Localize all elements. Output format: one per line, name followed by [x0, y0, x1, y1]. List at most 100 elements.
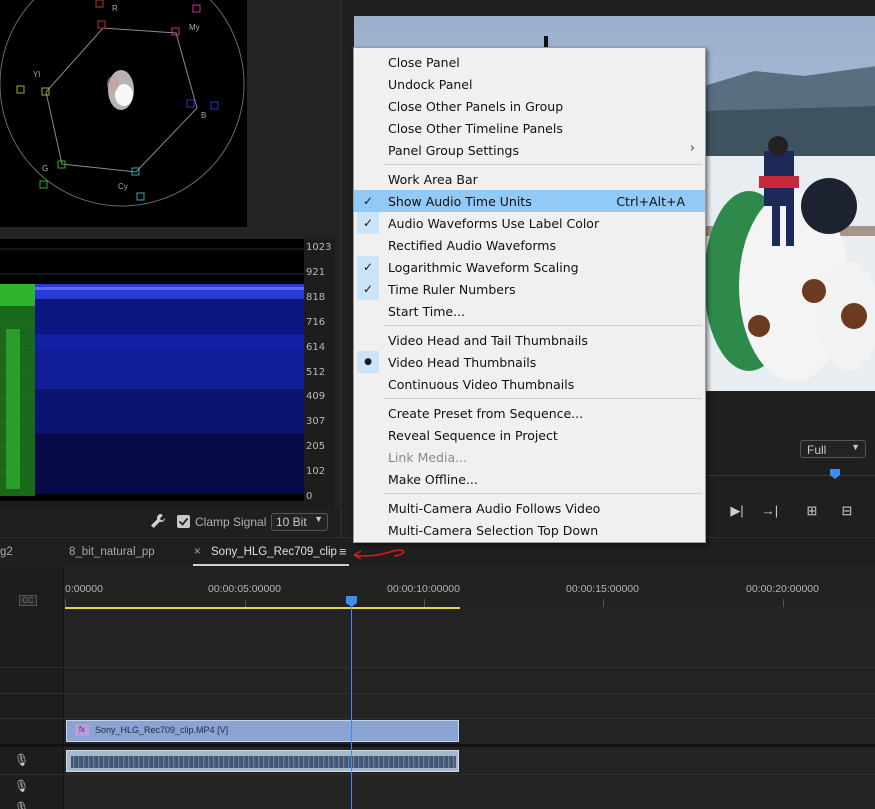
menu-item-label: Close Panel: [388, 55, 460, 70]
menu-item-label: Close Other Timeline Panels: [388, 121, 563, 136]
menu-separator: [384, 493, 702, 494]
tab-g2[interactable]: g2: [0, 546, 13, 558]
menu-item-reveal-sequence-in-project[interactable]: Reveal Sequence in Project: [354, 424, 705, 446]
vectorscope-label-b: B: [201, 111, 207, 120]
video-clip-label: Sony_HLG_Rec709_clip.MP4 [V]: [95, 725, 229, 735]
video-clip[interactable]: fx Sony_HLG_Rec709_clip.MP4 [V]: [66, 720, 459, 742]
check-icon: ✓: [357, 212, 379, 234]
extract-icon[interactable]: ⊟: [837, 503, 857, 521]
time-ruler[interactable]: 0:00000 00:00:05:00000 00:00:10:00000 00…: [65, 567, 875, 609]
track-separator: [0, 744, 875, 747]
menu-item-make-offline[interactable]: Make Offline...: [354, 468, 705, 490]
tab-8-bit-natural-pp[interactable]: 8_bit_natural_pp: [69, 546, 155, 558]
track-headers: CC 🎙 🎙 🎙: [0, 567, 64, 809]
scope-toolbar: Clamp Signal 10 Bit ▼: [0, 507, 340, 537]
timecode-label: 0:00000: [65, 583, 103, 595]
waveform-tick: 1023: [306, 242, 332, 253]
timecode-label: 00:00:10:00000: [387, 583, 460, 595]
menu-item-label: Time Ruler Numbers: [388, 282, 516, 297]
submenu-arrow-icon: ›: [689, 141, 695, 156]
menu-item-label: Multi-Camera Audio Follows Video: [388, 501, 601, 516]
microphone-icon[interactable]: 🎙: [14, 779, 29, 793]
menu-item-multi-camera-audio-follows-video[interactable]: Multi-Camera Audio Follows Video: [354, 497, 705, 519]
track-separator: [0, 774, 875, 775]
track-separator: [0, 667, 875, 668]
panel-context-menu: Close Panel Undock Panel Close Other Pan…: [353, 47, 706, 543]
menu-item-audio-waveforms-use-label-color[interactable]: ✓ Audio Waveforms Use Label Color: [354, 212, 705, 234]
menu-item-label: Work Area Bar: [388, 172, 478, 187]
menu-item-start-time[interactable]: Start Time...: [354, 300, 705, 322]
menu-item-label: Close Other Panels in Group: [388, 99, 564, 114]
wrench-icon[interactable]: [150, 513, 166, 532]
menu-item-show-audio-time-units[interactable]: ✓ Show Audio Time Units Ctrl+Alt+A: [354, 190, 705, 212]
menu-item-undock-panel[interactable]: Undock Panel: [354, 73, 705, 95]
monitor-playhead[interactable]: [830, 469, 840, 479]
menu-item-label: Audio Waveforms Use Label Color: [388, 216, 600, 231]
menu-item-close-other-timeline-panels[interactable]: Close Other Timeline Panels: [354, 117, 705, 139]
menu-item-close-other-panels-in-group[interactable]: Close Other Panels in Group: [354, 95, 705, 117]
step-forward-icon[interactable]: →|: [760, 503, 780, 521]
waveform-tick: 921: [306, 267, 326, 278]
waveform-tick: 512: [306, 367, 326, 378]
bit-depth-value: 10 Bit: [276, 515, 307, 529]
waveform-tick: 409: [306, 391, 326, 402]
vectorscope-graticule: [0, 0, 245, 207]
track-separator: [0, 718, 875, 719]
timecode-label: 00:00:05:00000: [208, 583, 281, 595]
menu-item-video-head-thumbnails[interactable]: ● Video Head Thumbnails: [354, 351, 705, 373]
chevron-down-icon: ▼: [851, 442, 860, 452]
menu-item-work-area-bar[interactable]: Work Area Bar: [354, 168, 705, 190]
menu-item-shortcut: Ctrl+Alt+A: [616, 194, 685, 209]
menu-item-multi-camera-selection-top-down[interactable]: Multi-Camera Selection Top Down: [354, 519, 705, 541]
play-icon[interactable]: ▶|: [727, 503, 747, 521]
check-icon: ✓: [357, 278, 379, 300]
check-icon: ✓: [357, 190, 379, 212]
cc-badge[interactable]: CC: [19, 595, 37, 606]
waveform-tick: 0: [306, 491, 313, 502]
menu-item-label: Video Head Thumbnails: [388, 355, 537, 370]
radio-selected-icon: ●: [357, 351, 379, 373]
microphone-icon[interactable]: 🎙: [14, 801, 29, 809]
clamp-signal-label: Clamp Signal: [195, 515, 267, 529]
vectorscope-label-my: My: [189, 23, 200, 32]
audio-clip[interactable]: [66, 750, 459, 772]
zoom-level-value: Full: [807, 443, 827, 457]
vectorscope-label-yl: Yl: [33, 70, 41, 79]
menu-item-panel-group-settings[interactable]: Panel Group Settings ›: [354, 139, 705, 161]
zoom-level-dropdown[interactable]: Full ▼: [800, 440, 866, 458]
vectorscope-label-g: G: [42, 164, 49, 173]
fx-badge[interactable]: fx: [75, 724, 89, 736]
tab-close-icon[interactable]: ×: [194, 546, 201, 558]
timeline-playhead-line: [351, 600, 352, 809]
bit-depth-dropdown[interactable]: 10 Bit ▼: [271, 513, 328, 531]
vectorscope-label-cy: Cy: [118, 182, 128, 191]
vectorscope-label-r: R: [112, 4, 118, 13]
vectorscope-panel: R My Yl B G Cy: [0, 0, 247, 227]
menu-item-time-ruler-numbers[interactable]: ✓ Time Ruler Numbers: [354, 278, 705, 300]
panel-menu-icon[interactable]: ≡: [339, 544, 347, 559]
check-icon: ✓: [357, 256, 379, 278]
waveform-tick: 716: [306, 317, 326, 328]
menu-separator: [384, 398, 702, 399]
waveform-tick: 818: [306, 292, 326, 303]
ruler-tick: [424, 599, 425, 607]
waveform-tick: 205: [306, 441, 326, 452]
menu-item-create-preset-from-sequence[interactable]: Create Preset from Sequence...: [354, 402, 705, 424]
tab-sony-hlg-rec709-clip[interactable]: Sony_HLG_Rec709_clip: [211, 546, 337, 558]
timecode-label: 00:00:15:00000: [566, 583, 639, 595]
monitor-time-ruler[interactable]: [707, 475, 875, 476]
waveform-display: [0, 239, 304, 501]
track-separator: [0, 693, 875, 694]
microphone-icon[interactable]: 🎙: [14, 753, 29, 767]
menu-separator: [384, 325, 702, 326]
menu-item-logarithmic-waveform-scaling[interactable]: ✓ Logarithmic Waveform Scaling: [354, 256, 705, 278]
work-area-bar[interactable]: [65, 607, 460, 609]
ruler-tick: [65, 599, 66, 607]
timeline-panel: CC 🎙 🎙 🎙 0:00000 00:00:05:00000 00:00:10…: [0, 567, 875, 809]
lift-icon[interactable]: ⊞: [802, 503, 822, 521]
menu-item-continuous-video-thumbnails[interactable]: Continuous Video Thumbnails: [354, 373, 705, 395]
menu-item-close-panel[interactable]: Close Panel: [354, 51, 705, 73]
clamp-signal-checkbox[interactable]: [177, 515, 190, 528]
menu-item-rectified-audio-waveforms[interactable]: Rectified Audio Waveforms: [354, 234, 705, 256]
menu-item-video-head-and-tail-thumbnails[interactable]: Video Head and Tail Thumbnails: [354, 329, 705, 351]
